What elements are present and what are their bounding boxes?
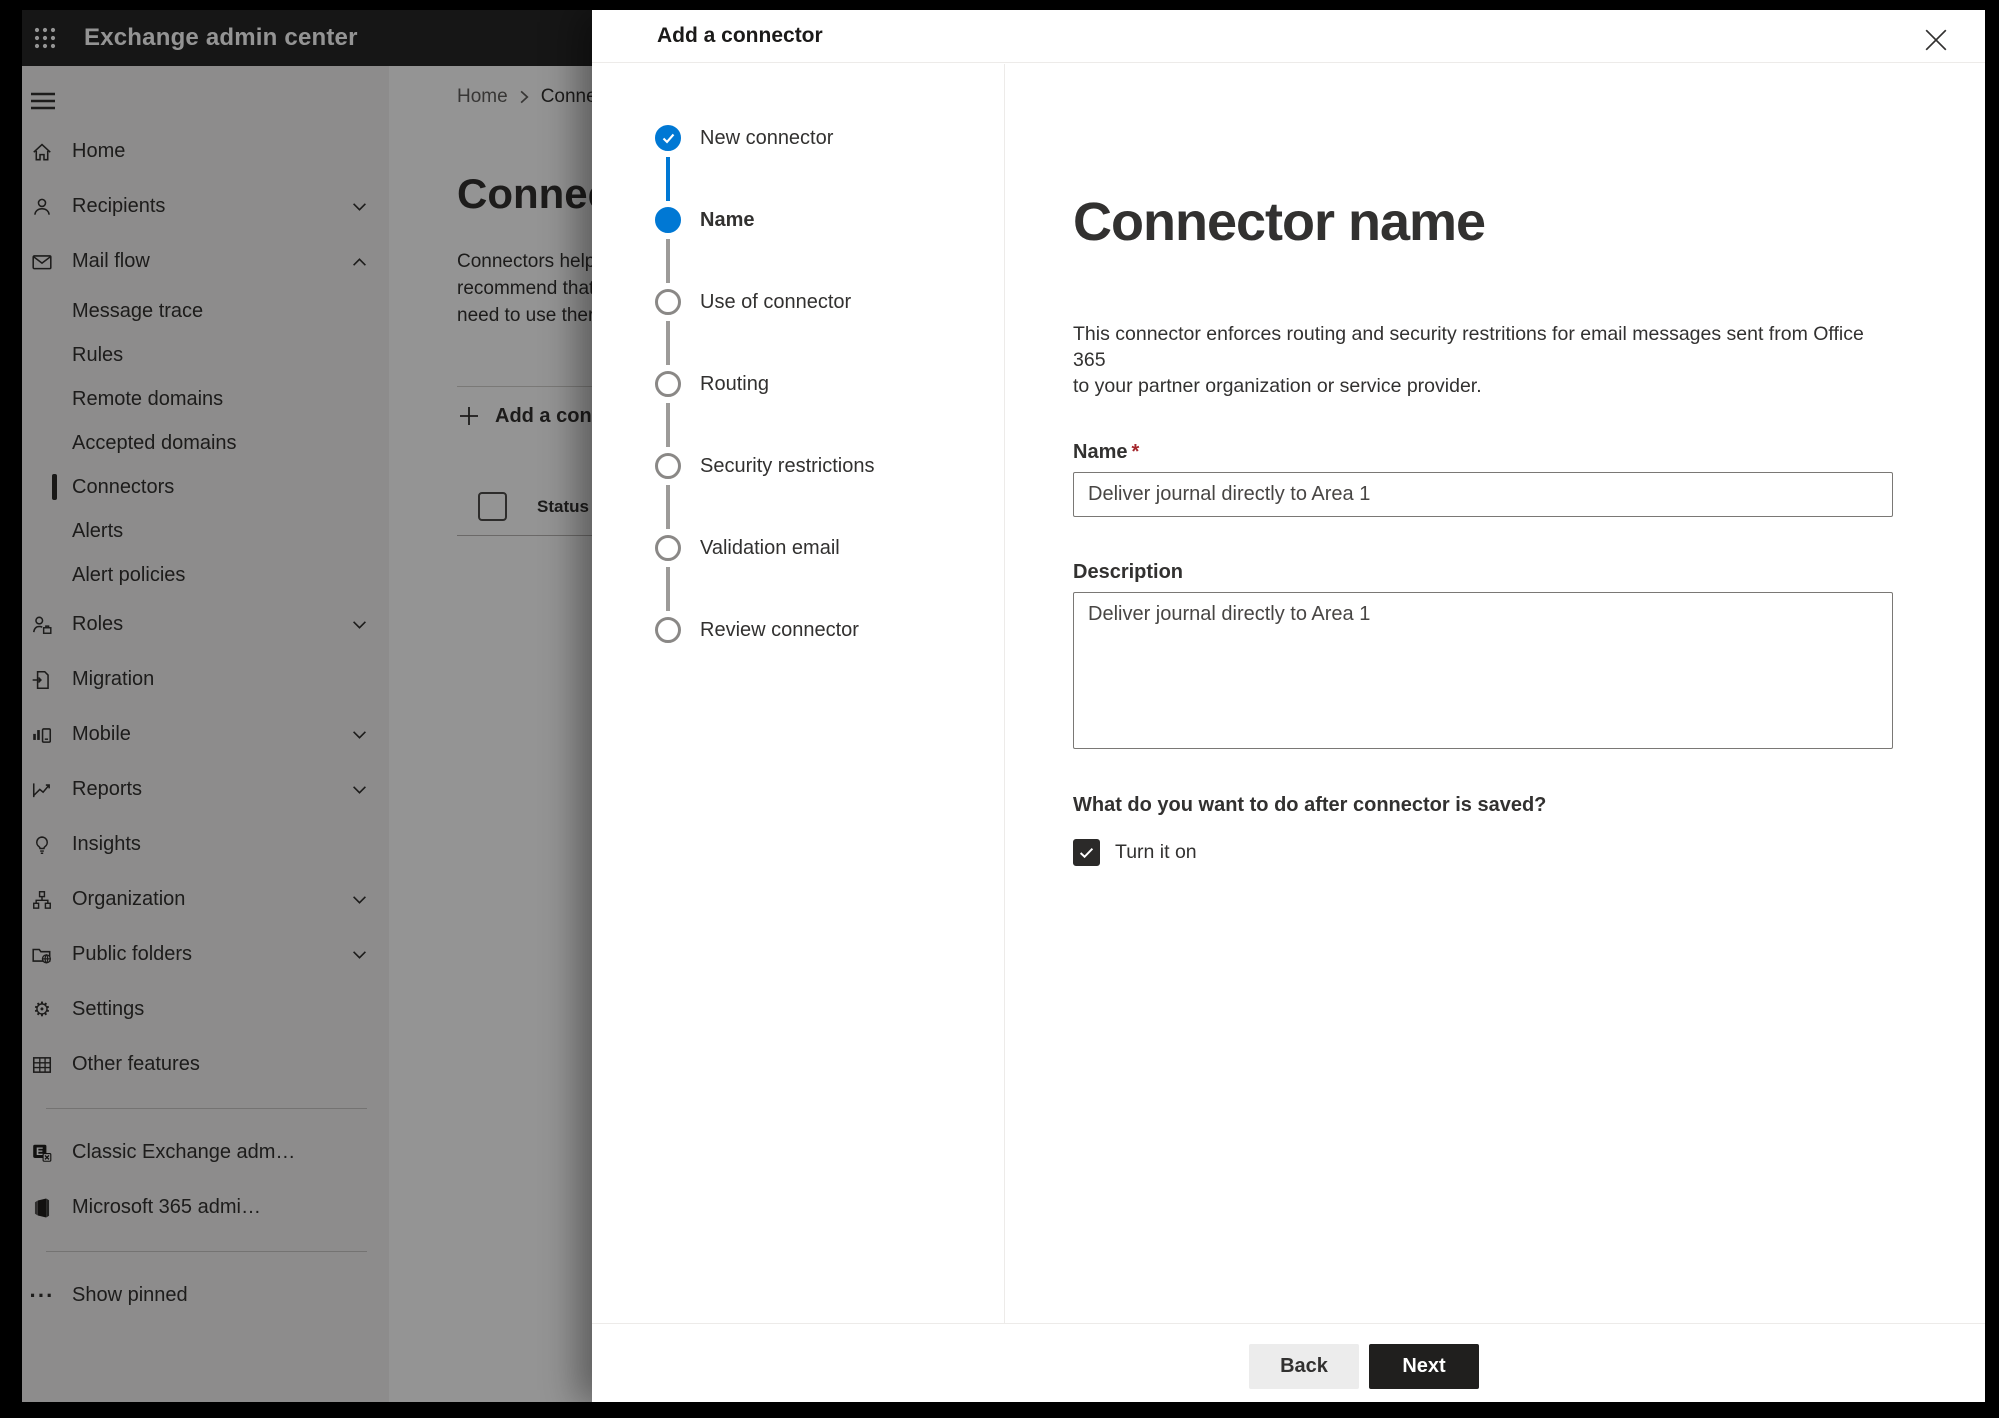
dialog-header: Add a connector — [592, 10, 1985, 63]
step-validation-email[interactable]: Validation email — [655, 535, 1004, 617]
checkmark-icon — [1079, 847, 1094, 858]
step-label: Name — [700, 209, 755, 231]
name-field-label: Name * — [1073, 441, 1893, 464]
wizard-stepper: New connector Name Use of connector Rout… — [592, 64, 1005, 1323]
screen: Exchange admin center Home Recipients Ma… — [22, 10, 1985, 1402]
step-upcoming-icon — [655, 371, 681, 397]
step-security-restrictions[interactable]: Security restrictions — [655, 453, 1004, 535]
turn-it-on-label: Turn it on — [1115, 841, 1197, 863]
step-upcoming-icon — [655, 289, 681, 315]
step-name[interactable]: Name — [655, 207, 1004, 289]
step-label: Use of connector — [700, 291, 852, 313]
step-label: Validation email — [700, 537, 840, 559]
step-completed-icon — [655, 125, 681, 151]
description-line: to your partner organization or service … — [1073, 375, 1482, 397]
step-label: Security restrictions — [700, 455, 875, 477]
required-marker: * — [1131, 441, 1140, 463]
step-review-connector[interactable]: Review connector — [655, 617, 1004, 699]
step-new-connector[interactable]: New connector — [655, 125, 1004, 207]
step-label: Routing — [700, 373, 769, 395]
step-upcoming-icon — [655, 535, 681, 561]
close-icon — [1925, 29, 1947, 51]
dialog-footer: Back Next — [592, 1323, 1985, 1402]
add-connector-dialog: Add a connector New connector Name Use o… — [592, 10, 1985, 1402]
wizard-content: Connector name This connector enforces r… — [1005, 64, 1985, 1323]
next-button[interactable]: Next — [1369, 1344, 1479, 1389]
content-description: This connector enforces routing and secu… — [1073, 321, 1893, 399]
step-label: New connector — [700, 127, 834, 149]
step-label: Review connector — [700, 619, 859, 641]
description-field-label: Description — [1073, 561, 1184, 583]
dialog-title: Add a connector — [657, 24, 823, 47]
dialog-body: New connector Name Use of connector Rout… — [592, 64, 1985, 1323]
after-save-question: What do you want to do after connector i… — [1073, 794, 1547, 816]
step-use-of-connector[interactable]: Use of connector — [655, 289, 1004, 371]
name-input[interactable] — [1073, 472, 1893, 517]
description-line: This connector enforces routing and secu… — [1073, 323, 1864, 371]
step-upcoming-icon — [655, 453, 681, 479]
step-upcoming-icon — [655, 617, 681, 643]
step-active-icon — [655, 207, 681, 233]
content-heading: Connector name — [1073, 192, 1486, 252]
close-button[interactable] — [1921, 25, 1951, 55]
description-textarea[interactable]: Deliver journal directly to Area 1 — [1073, 592, 1893, 749]
back-button[interactable]: Back — [1249, 1344, 1359, 1389]
turn-it-on-checkbox[interactable] — [1073, 839, 1100, 866]
turn-on-row: Turn it on — [1073, 839, 1893, 866]
name-label-text: Name — [1073, 441, 1128, 463]
step-routing[interactable]: Routing — [655, 371, 1004, 453]
